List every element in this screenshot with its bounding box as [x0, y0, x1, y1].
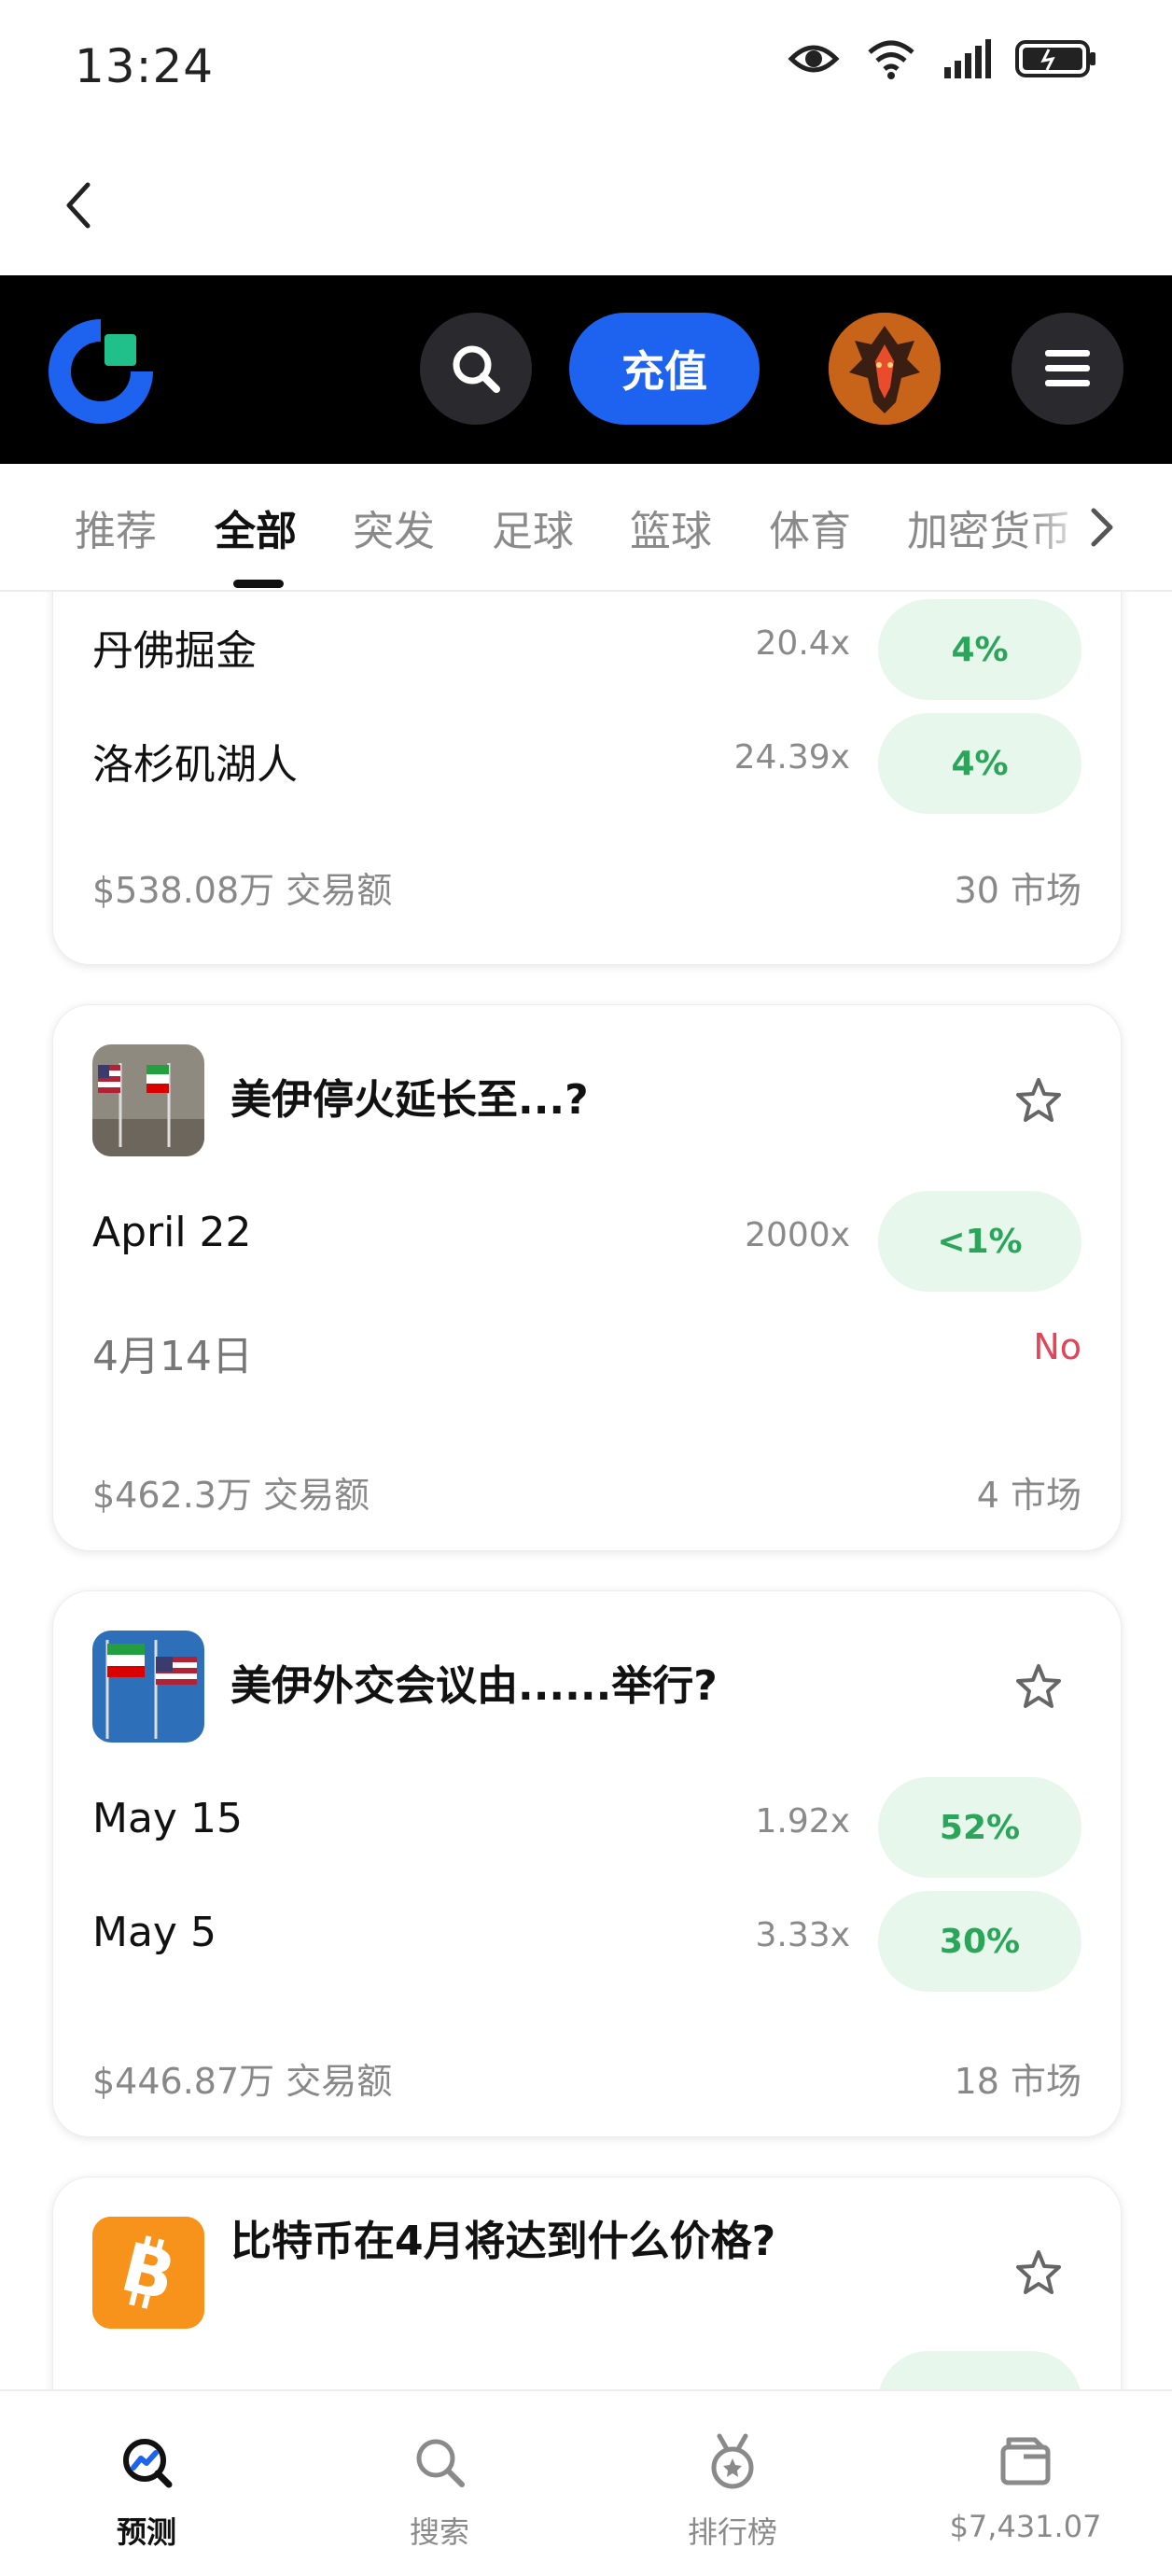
market-thumbnail	[92, 1631, 204, 1743]
outcome-probability-pill[interactable]: 52%	[878, 1777, 1081, 1878]
nav-leaderboard[interactable]: 排行榜	[586, 2391, 879, 2576]
partial-outcome-pill[interactable]	[878, 2351, 1081, 2389]
outcome-probability-pill[interactable]: <1%	[878, 1191, 1081, 1292]
nav-predict-label: 预测	[116, 2514, 176, 2550]
outcome-multiplier: 20.4x	[755, 624, 850, 663]
lion-avatar-icon	[829, 313, 941, 425]
market-list: 丹佛掘金 20.4x 4% 洛杉矶湖人 24.39x 4% $538.08万 交…	[0, 592, 1172, 2389]
star-icon	[1016, 1078, 1061, 1122]
resolved-outcome-result: No	[1033, 1326, 1081, 1367]
star-icon	[1016, 1664, 1061, 1708]
favorite-button[interactable]	[1012, 1660, 1065, 1713]
tabs-scroll-right-button[interactable]	[1075, 501, 1127, 553]
tab-recommended[interactable]: 推荐	[75, 497, 157, 557]
category-tabs: 推荐 全部 突发 足球 篮球 体育 加密货币	[0, 464, 1172, 592]
status-icons	[788, 37, 1097, 80]
market-card[interactable]: 美伊停火延长至...? April 22 2000x <1% 4月14日 No …	[52, 1004, 1122, 1551]
outcome-label: 丹佛掘金	[92, 627, 257, 675]
outcome-label: April 22	[92, 1209, 252, 1256]
outcome-multiplier: 24.39x	[733, 738, 850, 777]
nav-back-row	[0, 140, 1172, 275]
nav-leaderboard-label: 排行榜	[687, 2514, 777, 2550]
outcome-probability-pill[interactable]: 4%	[878, 713, 1081, 814]
star-icon	[1016, 2250, 1061, 2294]
hamburger-menu-icon	[1045, 350, 1090, 386]
search-icon	[416, 2439, 465, 2487]
tab-sports[interactable]: 体育	[769, 497, 851, 557]
tab-basketball[interactable]: 篮球	[630, 497, 712, 557]
outcome-probability-pill[interactable]: 30%	[878, 1891, 1081, 1992]
nav-search[interactable]: 搜索	[293, 2391, 586, 2576]
app-header: 充值	[0, 275, 1172, 464]
battery-icon	[1015, 40, 1095, 77]
nav-wallet-balance: $7,431.07	[949, 2509, 1102, 2544]
market-card[interactable]: 丹佛掘金 20.4x 4% 洛杉矶湖人 24.39x 4% $538.08万 交…	[52, 592, 1122, 965]
market-title[interactable]: 比特币在4月将达到什么价格?	[230, 2213, 790, 2271]
market-title[interactable]: 美伊停火延长至...?	[230, 1071, 589, 1129]
favorite-button[interactable]	[1012, 2247, 1065, 2299]
recharge-button[interactable]: 充值	[569, 313, 760, 425]
market-thumbnail: B	[92, 2217, 204, 2329]
us-iran-flags-icon	[92, 1044, 204, 1156]
header-search-button[interactable]	[420, 313, 532, 425]
nav-wallet[interactable]: $7,431.07	[879, 2391, 1172, 2576]
status-time: 13:24	[75, 39, 215, 93]
market-count: 30 市场	[954, 870, 1081, 911]
bottom-navigation: 预测 搜索 排行榜 $7,431.07	[0, 2389, 1172, 2576]
active-tab-indicator	[233, 580, 284, 588]
outcome-label: May 5	[92, 1909, 216, 1956]
resolved-outcome-label: 4月14日	[92, 1333, 253, 1380]
back-button[interactable]	[41, 168, 116, 243]
outcome-label: May 15	[92, 1795, 243, 1842]
volume-text: $538.08万 交易额	[92, 870, 393, 911]
logo-icon	[49, 319, 153, 424]
volume-text: $446.87万 交易额	[92, 2061, 393, 2102]
outcome-multiplier: 2000x	[745, 1216, 850, 1254]
avatar[interactable]	[829, 313, 941, 425]
nav-search-label: 搜索	[409, 2514, 469, 2550]
market-card[interactable]: B 比特币在4月将达到什么价格?	[52, 2177, 1122, 2389]
app-logo[interactable]	[47, 317, 155, 426]
market-card[interactable]: 美伊外交会议由......举行? May 15 1.92x 52% May 5 …	[52, 1590, 1122, 2137]
menu-button[interactable]	[1012, 313, 1123, 425]
signal-icon	[944, 39, 991, 78]
favorite-button[interactable]	[1012, 1074, 1065, 1127]
chevron-left-icon	[66, 182, 91, 229]
tab-all[interactable]: 全部	[215, 497, 297, 557]
wifi-icon	[868, 40, 914, 79]
status-bar: 13:24	[0, 0, 1172, 140]
outcome-multiplier: 1.92x	[755, 1802, 850, 1841]
market-title[interactable]: 美伊外交会议由......举行?	[230, 1658, 718, 1715]
search-icon	[453, 345, 500, 393]
market-thumbnail	[92, 1044, 204, 1156]
bitcoin-icon: B	[92, 2217, 204, 2329]
market-count: 4 市场	[976, 1475, 1081, 1516]
medal-icon	[711, 2433, 754, 2489]
outcome-multiplier: 3.33x	[755, 1916, 850, 1954]
outcome-probability-pill[interactable]: 4%	[878, 599, 1081, 700]
volume-text: $462.3万 交易额	[92, 1475, 370, 1516]
nav-predict[interactable]: 预测	[0, 2391, 293, 2576]
chevron-right-icon	[1091, 508, 1113, 547]
tab-breaking[interactable]: 突发	[353, 497, 435, 557]
tab-football[interactable]: 足球	[492, 497, 574, 557]
predict-icon	[123, 2439, 173, 2488]
outcome-label: 洛杉矶湖人	[92, 741, 298, 789]
eye-icon	[788, 45, 840, 73]
iran-us-flags-icon	[92, 1631, 204, 1743]
wallet-icon	[1000, 2437, 1051, 2485]
market-count: 18 市场	[954, 2061, 1081, 2102]
